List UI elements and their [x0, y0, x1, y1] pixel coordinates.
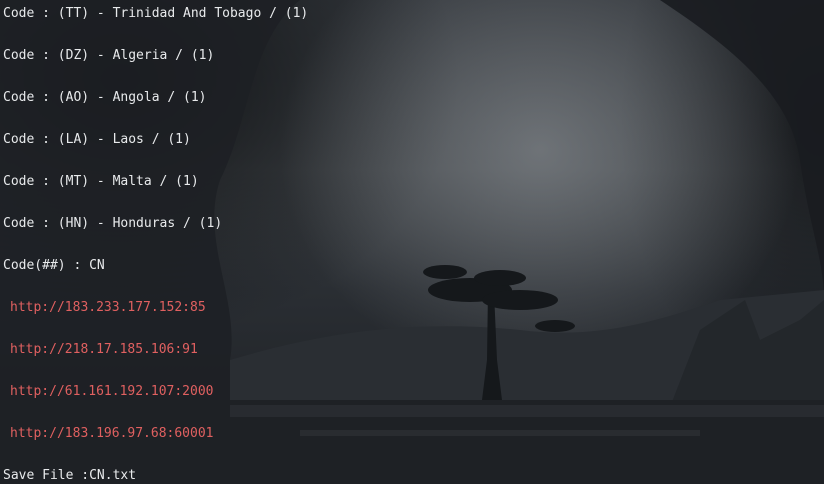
terminal-window[interactable]: Code : (TT) - Trinidad And Tobago / (1) …	[0, 0, 824, 484]
country-line-dz: Code : (DZ) - Algeria / (1)	[3, 48, 215, 63]
country-line-tt: Code : (TT) - Trinidad And Tobago / (1)	[3, 6, 309, 21]
save-file-line: Save File :CN.txt	[3, 468, 137, 483]
result-url[interactable]: http://183.233.177.152:85	[10, 299, 206, 317]
country-line-hn: Code : (HN) - Honduras / (1)	[3, 216, 223, 231]
code-input-prompt: Code(##) : CN	[3, 258, 105, 273]
result-url[interactable]: http://61.161.192.107:2000	[10, 383, 214, 401]
country-line-ao: Code : (AO) - Angola / (1)	[3, 90, 207, 105]
country-line-la: Code : (LA) - Laos / (1)	[3, 132, 191, 147]
result-url[interactable]: http://183.196.97.68:60001	[10, 425, 214, 443]
country-line-mt: Code : (MT) - Malta / (1)	[3, 174, 199, 189]
result-url[interactable]: http://218.17.185.106:91	[10, 341, 198, 359]
